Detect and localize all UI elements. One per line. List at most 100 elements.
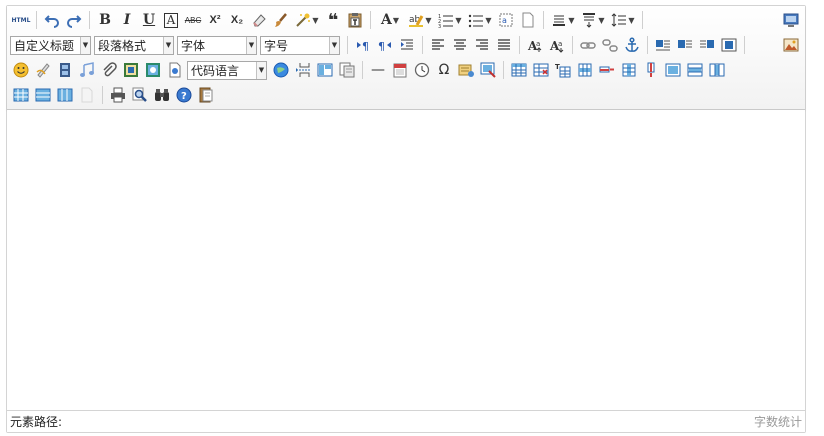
- direction-ltr-button[interactable]: ¶: [352, 34, 374, 56]
- select-all-button[interactable]: a: [495, 9, 517, 31]
- anchor-button[interactable]: [621, 34, 643, 56]
- line-height-button[interactable]: ▼: [608, 9, 638, 31]
- direction-rtl-button[interactable]: ¶: [374, 34, 396, 56]
- pagebreak-button[interactable]: [292, 59, 314, 81]
- webapp-button[interactable]: [142, 59, 164, 81]
- justify-full-button[interactable]: [493, 34, 515, 56]
- justify-center-button[interactable]: [449, 34, 471, 56]
- insert-video-button[interactable]: [54, 59, 76, 81]
- paste-plain-button[interactable]: [344, 9, 366, 31]
- fullscreen-button[interactable]: [780, 9, 802, 31]
- blockquote-button[interactable]: ❝: [322, 9, 344, 31]
- font-size-select[interactable]: 字号 ▼: [260, 35, 340, 55]
- code-page-icon: [169, 62, 181, 78]
- insert-paragraph-before-table-button[interactable]: T: [552, 59, 574, 81]
- format-match-button[interactable]: [270, 9, 292, 31]
- chevron-down-icon: ▼: [485, 15, 492, 25]
- separator: [89, 11, 90, 29]
- bold-button[interactable]: B: [94, 9, 116, 31]
- template-button[interactable]: [314, 59, 336, 81]
- date-button[interactable]: [389, 59, 411, 81]
- unordered-list-button[interactable]: ▼: [465, 9, 495, 31]
- insert-col-button[interactable]: [618, 59, 640, 81]
- italic-button[interactable]: I: [116, 9, 138, 31]
- remove-format-button[interactable]: [248, 9, 270, 31]
- underline-button[interactable]: U: [138, 9, 160, 31]
- tolowercase-button[interactable]: Aa: [546, 34, 568, 56]
- image-center-button[interactable]: [718, 34, 740, 56]
- print-button[interactable]: [107, 84, 129, 106]
- background-button[interactable]: [336, 59, 358, 81]
- search-replace-button[interactable]: [151, 84, 173, 106]
- edittip-button[interactable]: [477, 59, 499, 81]
- code-language-select[interactable]: 代码语言 ▼: [187, 60, 267, 80]
- wordimage-button[interactable]: [455, 59, 477, 81]
- delete-col-button[interactable]: [640, 59, 662, 81]
- preview-button[interactable]: [129, 84, 151, 106]
- link-button[interactable]: [577, 34, 599, 56]
- insert-code-icon-button[interactable]: [164, 59, 186, 81]
- rich-text-editor: HTML B I U A ABC X² X₂ ▼ ❝ A ▼ ab ▼ 1 2 …: [6, 5, 806, 433]
- merge-right-button[interactable]: [684, 59, 706, 81]
- ordered-list-button[interactable]: 123 ▼: [435, 9, 465, 31]
- toolbar-row-3: 代码语言 ▼ — Ω T: [10, 58, 802, 82]
- justify-right-button[interactable]: [471, 34, 493, 56]
- horizontal-rule-button[interactable]: —: [367, 59, 389, 81]
- clear-doc-button[interactable]: [517, 9, 539, 31]
- font-border-button[interactable]: A: [160, 9, 182, 31]
- webapp-icon: [146, 63, 160, 77]
- time-button[interactable]: [411, 59, 433, 81]
- strikethrough-button[interactable]: ABC: [182, 9, 204, 31]
- redo-button[interactable]: [63, 9, 85, 31]
- row-spacing-top-button[interactable]: ▼: [548, 9, 578, 31]
- insert-frame-button[interactable]: [120, 59, 142, 81]
- forecolor-button[interactable]: A ▼: [375, 9, 405, 31]
- smiley-icon: [13, 62, 29, 78]
- custom-heading-select[interactable]: 自定义标题 ▼: [10, 35, 91, 55]
- separator: [647, 36, 648, 54]
- split-cells-icon: [13, 88, 29, 102]
- music-button[interactable]: [76, 59, 98, 81]
- scrawl-button[interactable]: [32, 59, 54, 81]
- insert-table-button[interactable]: [508, 59, 530, 81]
- row-spacing-bottom-button[interactable]: ▼: [578, 9, 608, 31]
- quote-icon: ❝: [327, 9, 339, 31]
- map-button[interactable]: [270, 59, 292, 81]
- spechars-button[interactable]: Ω: [433, 59, 455, 81]
- toolbar-row-4: ?: [10, 83, 802, 107]
- image-right-button[interactable]: [696, 34, 718, 56]
- redo-icon: [67, 15, 82, 28]
- unlink-button[interactable]: [599, 34, 621, 56]
- attachment-button[interactable]: [98, 59, 120, 81]
- insert-image-button[interactable]: [780, 34, 802, 56]
- paragraph-format-select[interactable]: 段落格式 ▼: [94, 35, 174, 55]
- superscript-button[interactable]: X²: [204, 9, 226, 31]
- merge-cells-button[interactable]: [662, 59, 684, 81]
- image-none-button[interactable]: [652, 34, 674, 56]
- backcolor-button[interactable]: ab ▼: [405, 9, 435, 31]
- justify-left-button[interactable]: [427, 34, 449, 56]
- split-to-cells-button[interactable]: [10, 84, 32, 106]
- merge-down-button[interactable]: [706, 59, 728, 81]
- indent-button[interactable]: [396, 34, 418, 56]
- help-button[interactable]: ?: [173, 84, 195, 106]
- subscript-button[interactable]: X₂: [226, 9, 248, 31]
- insert-row-button[interactable]: [574, 59, 596, 81]
- delete-row-button[interactable]: [596, 59, 618, 81]
- font-family-select[interactable]: 字体 ▼: [177, 35, 257, 55]
- lowercase-icon: Aa: [549, 39, 564, 53]
- editor-content-area[interactable]: [7, 110, 805, 410]
- auto-typeset-button[interactable]: ▼: [292, 9, 322, 31]
- source-html-button[interactable]: HTML: [10, 9, 32, 31]
- horizontal-rule-icon: —: [371, 62, 385, 78]
- chart-disabled-button[interactable]: [76, 84, 98, 106]
- touppercase-button[interactable]: Aa: [524, 34, 546, 56]
- split-to-cols-button[interactable]: [54, 84, 76, 106]
- emotion-button[interactable]: [10, 59, 32, 81]
- image-left-button[interactable]: [674, 34, 696, 56]
- delete-table-button[interactable]: [530, 59, 552, 81]
- drafts-button[interactable]: [195, 84, 217, 106]
- undo-button[interactable]: [41, 9, 63, 31]
- split-to-rows-button[interactable]: [32, 84, 54, 106]
- binoculars-icon: [155, 89, 169, 101]
